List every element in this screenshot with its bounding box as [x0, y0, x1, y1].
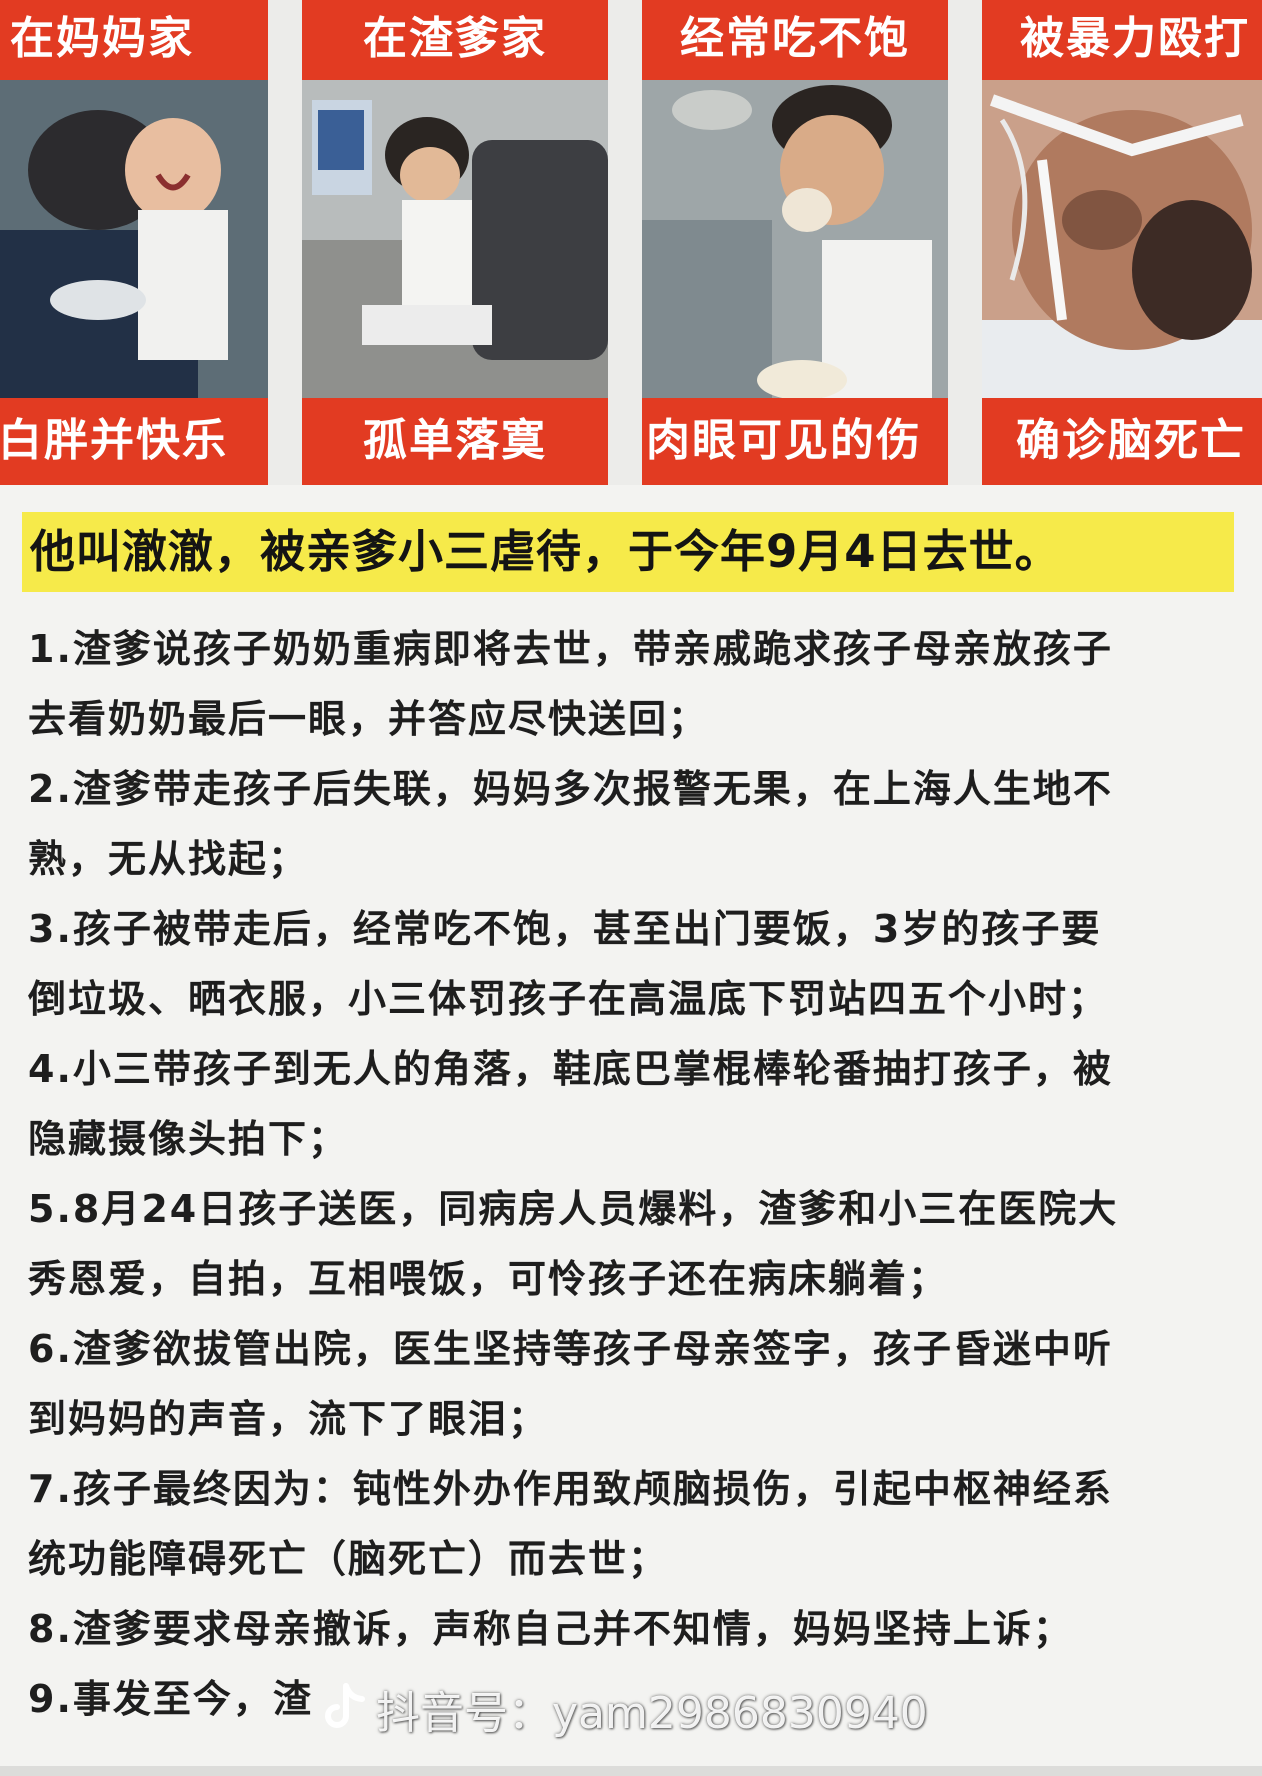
photo-mother-hugging-child [0, 80, 268, 398]
panel-top-label: 被暴力殴打 [1020, 13, 1250, 64]
list-item: 隐藏摄像头拍下； [28, 1117, 349, 1161]
watermark-id: yam2986830940 [552, 1688, 928, 1739]
douyin-note-icon [322, 1682, 368, 1750]
photo-child-in-hospital [982, 80, 1262, 398]
list-item: 统功能障碍死亡（脑死亡）而去世； [28, 1537, 669, 1581]
douyin-watermark: 抖音号：yam2986830940 [322, 1682, 928, 1742]
list-item: 到妈妈的声音，流下了眼泪； [28, 1397, 549, 1441]
panel-mothers-home: 在妈妈家 白胖并快乐 [0, 0, 268, 485]
watermark-label: 抖音号： [376, 1688, 552, 1739]
list-item: 6.渣爹欲拔管出院，医生坚持等孩子母亲签字，孩子昏迷中听 [28, 1327, 1113, 1371]
bottom-bar [0, 1766, 1262, 1776]
list-item: 3.孩子被带走后，经常吃不饱，甚至出门要饭，3岁的孩子要 [28, 907, 1102, 951]
panel-bottom-label: 肉眼可见的伤 [646, 415, 922, 466]
photo-strip: 在妈妈家 白胖并快乐 在渣爹家 孤单落寞 经常吃不饱 肉眼可见的伤 被暴力殴打 … [0, 0, 1262, 485]
list-item: 倒垃圾、晒衣服，小三体罚孩子在高温底下罚站四五个小时； [28, 977, 1109, 1021]
list-item: 2.渣爹带走孩子后失联，妈妈多次报警无果，在上海人生地不 [28, 767, 1113, 811]
list-item: 8.渣爹要求母亲撤诉，声称自己并不知情，妈妈坚持上诉； [28, 1607, 1073, 1651]
panel-beaten: 被暴力殴打 确诊脑死亡 [982, 0, 1262, 485]
panel-top-label: 在渣爹家 [363, 13, 547, 64]
panel-bottom-label: 孤单落寞 [363, 415, 547, 466]
panel-bottom-label: 白胖并快乐 [0, 415, 228, 466]
list-item: 秀恩爱，自拍，互相喂饭，可怜孩子还在病床躺着； [28, 1257, 949, 1301]
headline-banner: 他叫澈澈，被亲爹小三虐待，于今年9月4日去世。 [22, 512, 1234, 592]
list-item: 1.渣爹说孩子奶奶重病即将去世，带亲戚跪求孩子母亲放孩子 [28, 627, 1113, 671]
panel-top-label: 经常吃不饱 [680, 13, 910, 64]
story-list: 1.渣爹说孩子奶奶重病即将去世，带亲戚跪求孩子母亲放孩子 去看奶奶最后一眼，并答… [28, 614, 1240, 1734]
list-item: 4.小三带孩子到无人的角落，鞋底巴掌棍棒轮番抽打孩子，被 [28, 1047, 1113, 1091]
panel-hungry: 经常吃不饱 肉眼可见的伤 [642, 0, 948, 485]
panel-bottom-label: 确诊脑死亡 [1016, 415, 1246, 466]
photo-child-sitting-alone [302, 80, 608, 398]
panel-top-label: 在妈妈家 [10, 13, 194, 64]
photo-child-eating [642, 80, 948, 398]
list-item: 熟，无从找起； [28, 837, 309, 881]
list-item: 5.8月24日孩子送医，同病房人员爆料，渣爹和小三在医院大 [28, 1187, 1119, 1231]
panel-fathers-home: 在渣爹家 孤单落寞 [302, 0, 608, 485]
list-item: 7.孩子最终因为：钝性外办作用致颅脑损伤，引起中枢神经系 [28, 1467, 1113, 1511]
list-item: 去看奶奶最后一眼，并答应尽快送回； [28, 697, 709, 741]
